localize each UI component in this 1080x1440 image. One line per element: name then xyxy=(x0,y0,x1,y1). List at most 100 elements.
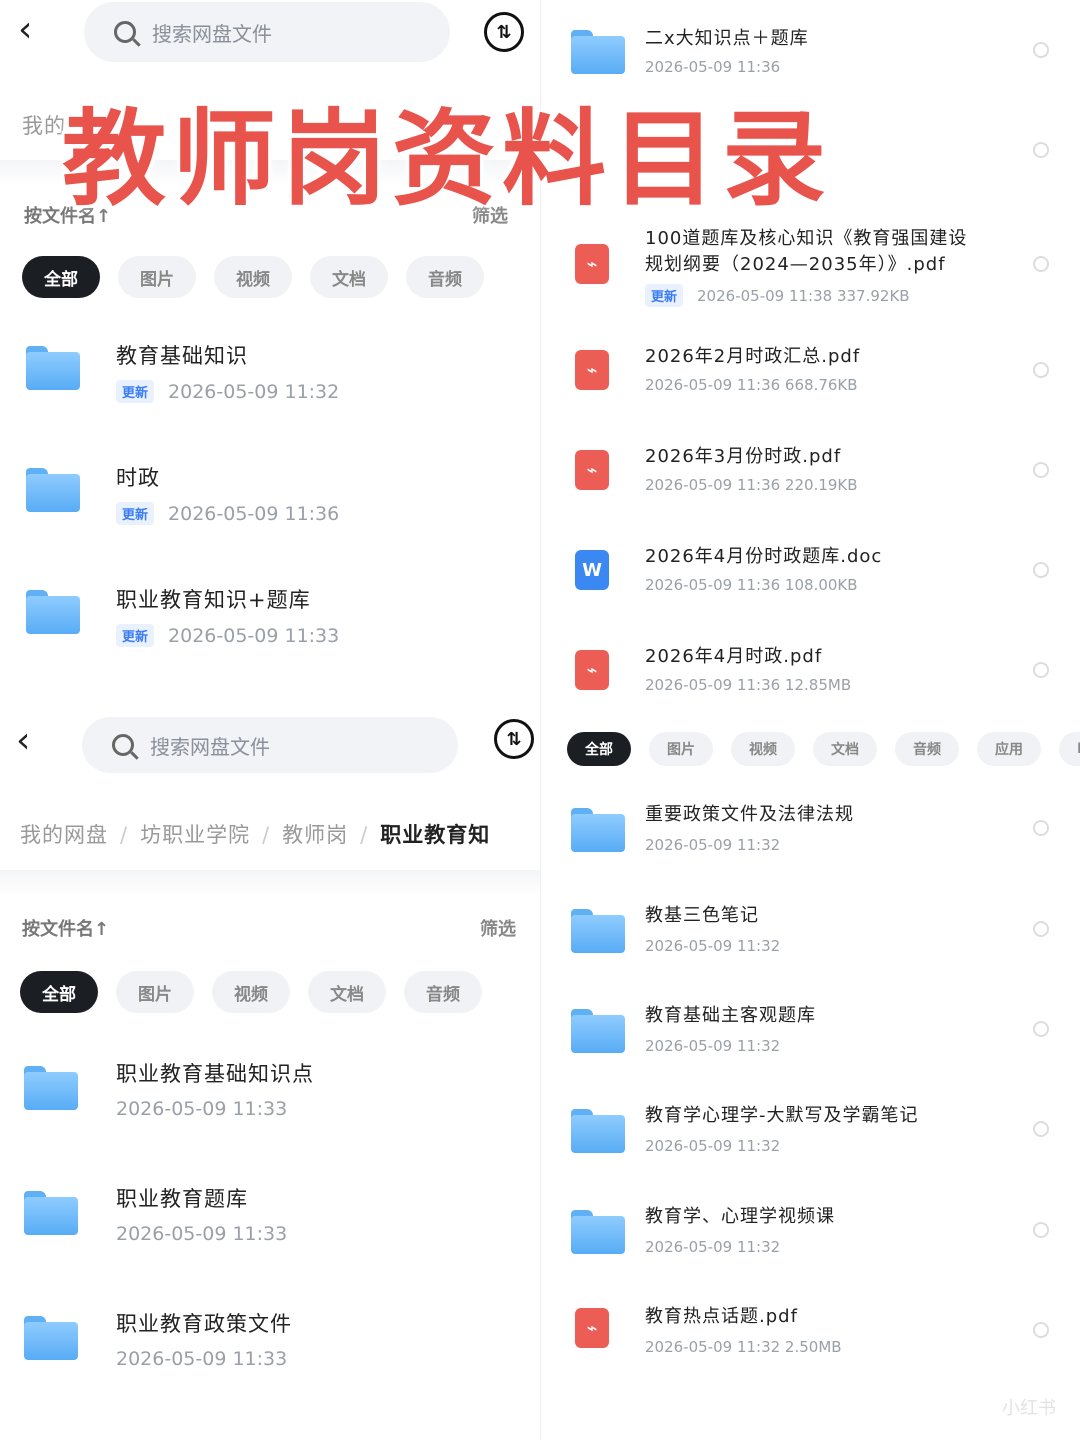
list-item[interactable]: ⌁ 2026年4月时政.pdf 2026-05-09 11:36 12.85MB xyxy=(541,638,1080,718)
file-name: 二x大知识点＋题库 xyxy=(645,28,809,49)
select-radio[interactable] xyxy=(1033,256,1049,272)
chip-all[interactable]: 全部 xyxy=(20,971,98,1013)
file-name: 教育基础主客观题库 xyxy=(645,1005,816,1026)
folder-icon xyxy=(571,1109,625,1153)
breadcrumb-current: 职业教育知 xyxy=(380,823,491,847)
breadcrumb-item[interactable]: 教师岗 xyxy=(282,823,348,847)
chip-images[interactable]: 图片 xyxy=(649,732,713,766)
chip-videos[interactable]: 视频 xyxy=(214,256,292,298)
select-radio[interactable] xyxy=(1033,921,1049,937)
update-badge: 更新 xyxy=(645,284,684,307)
file-time: 2026-05-09 11:36 12.85MB xyxy=(645,676,852,694)
select-radio[interactable] xyxy=(1033,1121,1049,1137)
list-item[interactable]: 职业教育知识+题库 更新 2026-05-09 11:33 xyxy=(0,574,540,674)
file-name: 教育学、心理学视频课 xyxy=(645,1206,835,1227)
pdf-icon: ⌁ xyxy=(575,1308,609,1348)
chip-videos[interactable]: 视频 xyxy=(212,971,290,1013)
file-name: 教育基础知识 xyxy=(116,344,248,368)
search-placeholder: 搜索网盘文件 xyxy=(152,21,272,46)
select-radio[interactable] xyxy=(1033,820,1049,836)
select-radio[interactable] xyxy=(1033,662,1049,678)
select-radio[interactable] xyxy=(1033,462,1049,478)
back-arrow-icon[interactable]: ‹ xyxy=(18,10,48,50)
file-meta: 更新 2026-05-09 11:38 337.92KB xyxy=(645,284,910,307)
folder-icon xyxy=(24,1066,78,1110)
select-radio[interactable] xyxy=(1033,1021,1049,1037)
update-badge: 更新 xyxy=(116,502,155,525)
file-name: 100道题库及核心知识《教育强国建设 xyxy=(645,228,968,249)
chip-docs[interactable]: 文档 xyxy=(310,256,388,298)
chip-all[interactable]: 全部 xyxy=(567,732,631,766)
search-input[interactable]: 搜索网盘文件 xyxy=(84,2,450,62)
file-name: 职业教育题库 xyxy=(116,1187,248,1211)
select-radio[interactable] xyxy=(1033,42,1049,58)
pdf-icon: ⌁ xyxy=(575,244,609,284)
select-radio[interactable] xyxy=(1033,562,1049,578)
select-radio[interactable] xyxy=(1033,1222,1049,1238)
file-name: 教基三色笔记 xyxy=(645,905,759,926)
file-time: 2026-05-09 11:36 220.19KB xyxy=(645,476,858,494)
panel-bottom-right: 全部 图片 视频 文档 音频 应用 BT 重要政策文件及法律法规 2026-05… xyxy=(540,720,1080,1440)
file-time: 2026-05-09 11:36 xyxy=(168,502,340,525)
folder-icon xyxy=(571,808,625,852)
search-input[interactable]: 搜索网盘文件 xyxy=(82,717,458,773)
chip-videos[interactable]: 视频 xyxy=(731,732,795,766)
list-item[interactable]: ⌁ 教育热点话题.pdf 2026-05-09 11:32 2.50MB xyxy=(541,1298,1080,1378)
search-icon xyxy=(114,21,136,43)
file-name: 重要政策文件及法律法规 xyxy=(645,804,854,825)
folder-icon xyxy=(571,909,625,953)
file-name: 职业教育知识+题库 xyxy=(116,588,311,612)
select-radio[interactable] xyxy=(1033,362,1049,378)
file-name: 2026年4月时政.pdf xyxy=(645,646,823,667)
sort-toggle-icon[interactable]: ⇅ xyxy=(484,12,524,52)
chip-images[interactable]: 图片 xyxy=(118,256,196,298)
watermark: 小红书 xyxy=(1002,1398,1056,1419)
folder-icon xyxy=(571,1009,625,1053)
list-item[interactable]: ⌁ 2026年3月份时政.pdf 2026-05-09 11:36 220.19… xyxy=(541,438,1080,518)
chip-docs[interactable]: 文档 xyxy=(308,971,386,1013)
chip-all[interactable]: 全部 xyxy=(22,256,100,298)
chip-docs[interactable]: 文档 xyxy=(813,732,877,766)
file-name: 职业教育政策文件 xyxy=(116,1312,292,1336)
filter-button[interactable]: 筛选 xyxy=(480,915,516,941)
list-item[interactable]: 教育学心理学-大默写及学霸笔记 2026-05-09 11:32 xyxy=(541,1097,1080,1177)
list-item[interactable]: 教基三色笔记 2026-05-09 11:32 xyxy=(541,897,1080,977)
list-item[interactable]: 职业教育政策文件 2026-05-09 11:33 xyxy=(0,1300,540,1410)
breadcrumb-root[interactable]: 我的 xyxy=(22,114,66,138)
select-radio[interactable] xyxy=(1033,142,1049,158)
chip-audio[interactable]: 音频 xyxy=(406,256,484,298)
breadcrumb-item[interactable]: 坊职业学院 xyxy=(140,823,250,847)
chip-apps[interactable]: 应用 xyxy=(977,732,1041,766)
file-time: 2026-05-09 11:32 xyxy=(645,1238,781,1256)
file-time: 2026-05-09 11:36 108.00KB xyxy=(645,576,858,594)
list-item[interactable]: 重要政策文件及法律法规 2026-05-09 11:32 xyxy=(541,796,1080,876)
list-item[interactable]: ⌁ 2026年2月时政汇总.pdf 2026-05-09 11:36 668.7… xyxy=(541,338,1080,418)
list-item[interactable]: ⌁ 100道题库及核心知识《教育强国建设 规划纲要（2024—2035年）》.p… xyxy=(541,220,1080,310)
chip-images[interactable]: 图片 xyxy=(116,971,194,1013)
file-name: 时政 xyxy=(116,466,160,490)
list-item[interactable]: W 2026年4月份时政题库.doc 2026-05-09 11:36 108.… xyxy=(541,538,1080,618)
select-radio[interactable] xyxy=(1033,1322,1049,1338)
file-name: 2026年3月份时政.pdf xyxy=(645,446,842,467)
file-time: 2026-05-09 11:32 2.50MB xyxy=(645,1338,842,1356)
chip-bt[interactable]: BT xyxy=(1059,732,1080,766)
file-time: 2026-05-09 11:32 xyxy=(645,836,781,854)
breadcrumb-item[interactable]: 我的网盘 xyxy=(20,823,108,847)
list-item[interactable]: 职业教育基础知识点 2026-05-09 11:33 xyxy=(0,1050,540,1160)
list-item[interactable]: 职业教育题库 2026-05-09 11:33 xyxy=(0,1175,540,1285)
chip-audio[interactable]: 音频 xyxy=(404,971,482,1013)
sort-toggle-icon[interactable]: ⇅ xyxy=(494,719,534,759)
sort-by-name[interactable]: 按文件名↑ xyxy=(22,915,109,941)
back-arrow-icon[interactable]: ‹ xyxy=(16,721,46,761)
list-item[interactable]: 教育基础知识 更新 2026-05-09 11:32 xyxy=(0,330,540,430)
list-item[interactable]: 教育学、心理学视频课 2026-05-09 11:32 xyxy=(541,1198,1080,1278)
chip-audio[interactable]: 音频 xyxy=(895,732,959,766)
file-time: 2026-05-09 11:33 xyxy=(168,624,340,647)
list-item[interactable]: 时政 更新 2026-05-09 11:36 xyxy=(0,452,540,552)
file-meta: 更新 2026-05-09 11:36 xyxy=(116,502,339,525)
list-item[interactable]: 教育基础主客观题库 2026-05-09 11:32 xyxy=(541,997,1080,1077)
breadcrumb-separator: / xyxy=(262,823,271,847)
file-meta: 更新 2026-05-09 11:33 xyxy=(116,624,339,647)
folder-icon xyxy=(24,1316,78,1360)
word-doc-icon: W xyxy=(575,550,609,590)
